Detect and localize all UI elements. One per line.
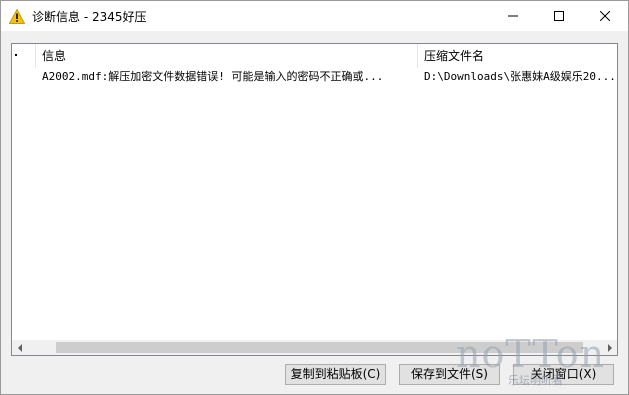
chevron-right-icon	[607, 343, 612, 352]
close-window-button[interactable]	[582, 1, 628, 31]
minimize-button[interactable]	[490, 1, 536, 31]
maximize-icon	[554, 11, 564, 21]
save-to-file-button[interactable]: 保存到文件(S)	[399, 364, 500, 385]
column-header-info[interactable]: 信息	[36, 44, 418, 68]
scrollbar-thumb[interactable]	[56, 342, 583, 353]
chevron-left-icon	[17, 343, 22, 352]
archive-cell: D:\Downloads\张惠妹A级娱乐20...	[424, 70, 616, 83]
column-header-archive[interactable]: 压缩文件名	[418, 44, 617, 68]
list-header: 信息 压缩文件名	[12, 44, 617, 68]
info-cell: A2002.mdf:解压加密文件数据错误! 可能是输入的密码不正确或...	[42, 70, 384, 83]
close-dialog-button[interactable]: 关闭窗口(X)	[513, 364, 614, 385]
title-bar[interactable]: 诊断信息 - 2345好压	[1, 1, 628, 31]
maximize-button[interactable]	[536, 1, 582, 31]
warning-icon	[8, 8, 26, 24]
column-marker	[15, 54, 17, 56]
scroll-left-button[interactable]	[12, 340, 27, 355]
copy-to-clipboard-button[interactable]: 复制到粘贴板(C)	[285, 364, 386, 385]
diagnostic-window: 诊断信息 - 2345好压 信息 压缩文件名 A2002.mdf:解压加密文件数…	[0, 0, 629, 395]
list-row[interactable]: A2002.mdf:解压加密文件数据错误! 可能是输入的密码不正确或... D:…	[12, 68, 617, 86]
scroll-right-button[interactable]	[602, 340, 617, 355]
window-title: 诊断信息 - 2345好压	[32, 10, 147, 24]
close-icon	[600, 11, 610, 21]
column-header-status[interactable]	[12, 44, 36, 68]
horizontal-scrollbar[interactable]	[12, 340, 617, 355]
diagnostic-list[interactable]: 信息 压缩文件名 A2002.mdf:解压加密文件数据错误! 可能是输入的密码不…	[11, 43, 618, 356]
minimize-icon	[508, 15, 518, 17]
